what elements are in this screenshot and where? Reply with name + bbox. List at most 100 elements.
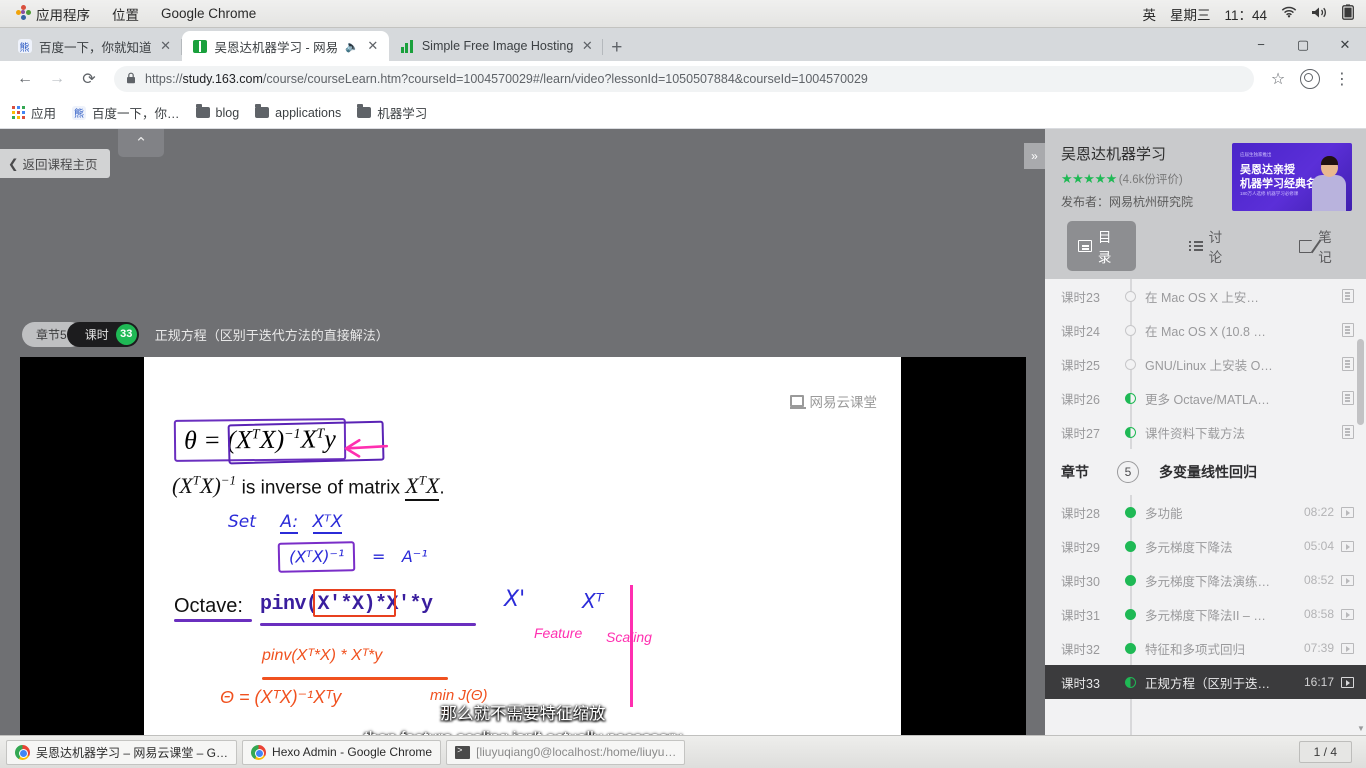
video-player[interactable]: 网易云课堂 θ = (XTX)−1XTy (XTX)−1 is inverse …: [20, 357, 1026, 735]
gnome-menu-applications[interactable]: 应用程序: [6, 1, 100, 27]
lesson-title: 在 Mac OS X 上安…: [1145, 290, 1259, 305]
new-tab-button[interactable]: +: [611, 38, 622, 57]
close-icon[interactable]: ✕: [159, 38, 173, 54]
tab-label: 目录: [1097, 230, 1112, 265]
star-rating-icon: ★★★★★: [1061, 171, 1117, 186]
lesson-duration: 08:52: [1303, 573, 1334, 587]
tab-discussion[interactable]: 讨论: [1178, 221, 1247, 271]
lesson-list[interactable]: 课时23 在 Mac OS X 上安… 课时24 在 Mac OS X (10.8 ……: [1045, 279, 1366, 735]
lesson-status-indicator: [1115, 608, 1145, 620]
back-to-course-home-button[interactable]: ❮ 返回课程主页: [0, 149, 110, 178]
maximize-button[interactable]: ▢: [1282, 28, 1324, 61]
bookmark-apps[interactable]: 应用: [12, 103, 56, 122]
play-icon[interactable]: [1341, 506, 1354, 518]
bookmark-folder-ml[interactable]: 机器学习: [357, 103, 427, 122]
taskbar-item-course[interactable]: 吴恩达机器学习 – 网易云课堂 – G…: [6, 739, 238, 765]
bars-icon: [400, 39, 415, 54]
input-method-indicator[interactable]: 英: [1142, 4, 1156, 24]
subtitle-english: then feature scaling isn't actually nece…: [20, 727, 1026, 735]
back-button[interactable]: ←: [10, 64, 40, 94]
lesson-number-label: 课时31: [1061, 608, 1100, 623]
lesson-row[interactable]: 课时28 多功能 08:22: [1045, 495, 1366, 529]
lesson-title: 课件资料下载方法: [1145, 426, 1246, 441]
play-icon[interactable]: [1341, 574, 1354, 586]
play-icon[interactable]: [1341, 642, 1354, 654]
lesson-title: 更多 Octave/MATLA…: [1145, 392, 1270, 407]
minimize-button[interactable]: −: [1240, 28, 1282, 61]
clock-day[interactable]: 星期三: [1170, 4, 1211, 24]
clock-time[interactable]: 11：44: [1224, 4, 1267, 24]
bookmark-star-icon[interactable]: ☆: [1264, 65, 1292, 93]
tab-catalog[interactable]: 目录: [1067, 221, 1136, 271]
taskbar-item-terminal[interactable]: [liuyuqiang0@localhost:/home/liuyu…: [446, 739, 686, 765]
lesson-number-label: 课时24: [1061, 324, 1100, 339]
lesson-row[interactable]: 课时25 GNU/Linux 上安装 O…: [1045, 347, 1366, 381]
tab-label: 笔记: [1318, 230, 1332, 265]
lesson-row[interactable]: 课时29 多元梯度下降法 05:04: [1045, 529, 1366, 563]
close-icon[interactable]: ✕: [580, 38, 594, 54]
bookmark-folder-applications[interactable]: applications: [255, 104, 342, 120]
lesson-row[interactable]: 课时31 多元梯度下降法II – … 08:58: [1045, 597, 1366, 631]
octave-label: Octave:: [174, 595, 243, 617]
lesson-row[interactable]: 课时23 在 Mac OS X 上安…: [1045, 279, 1366, 313]
audio-playing-icon[interactable]: 🔈: [345, 40, 359, 53]
browser-tab-baidu[interactable]: 熊 百度一下，你就知道 ✕: [6, 31, 182, 61]
bookmark-baidu[interactable]: 熊 百度一下，你…: [72, 103, 180, 122]
lesson-row[interactable]: 课时30 多元梯度下降法演练… 08:52: [1045, 563, 1366, 597]
sidebar-scrollbar[interactable]: ▼: [1357, 279, 1365, 735]
tab-notes[interactable]: 笔记: [1288, 221, 1356, 271]
workspace-indicator[interactable]: 1 / 4: [1298, 741, 1352, 763]
play-icon[interactable]: [1341, 608, 1354, 620]
scrollbar-thumb[interactable]: [1357, 339, 1364, 425]
play-icon[interactable]: [1341, 676, 1354, 688]
lesson-title: GNU/Linux 上安装 O…: [1145, 358, 1273, 373]
wifi-icon[interactable]: [1281, 6, 1297, 22]
doc-icon[interactable]: [1342, 425, 1354, 439]
matrix-expression: XTX: [405, 473, 440, 502]
book-icon: [193, 39, 208, 54]
volume-icon[interactable]: [1311, 6, 1328, 22]
close-window-button[interactable]: ✕: [1324, 28, 1366, 61]
gnome-menu-chrome[interactable]: Google Chrome: [151, 3, 266, 24]
lesson-duration: 16:17: [1303, 675, 1334, 689]
hand-set-label: Set: [228, 512, 256, 532]
lesson-status-indicator: [1115, 426, 1145, 438]
gnome-menu-places[interactable]: 位置: [102, 1, 149, 27]
scroll-down-arrow-icon[interactable]: ▼: [1357, 724, 1365, 733]
lesson-row[interactable]: 课时24 在 Mac OS X (10.8 …: [1045, 313, 1366, 347]
doc-icon[interactable]: [1342, 357, 1354, 371]
course-thumbnail[interactable]: 应届生独家推出 吴恩达亲授 机器学习经典名课 180万人选修 机器学习必修课: [1232, 143, 1352, 211]
doc-icon[interactable]: [1342, 391, 1354, 405]
lesson-row[interactable]: 课时32 特征和多项式回归 07:39: [1045, 631, 1366, 665]
address-bar[interactable]: https://study.163.com/course/courseLearn…: [114, 66, 1254, 92]
chapter-title-label: 多变量线性回归: [1159, 464, 1257, 480]
profile-avatar[interactable]: [1296, 65, 1324, 93]
battery-icon[interactable]: [1342, 4, 1354, 23]
lesson-number: 33: [115, 323, 137, 345]
bookmark-folder-blog[interactable]: blog: [195, 104, 239, 120]
sidebar-toggle-button[interactable]: »: [1024, 143, 1045, 169]
lesson-title: 多功能: [1145, 506, 1183, 521]
reload-button[interactable]: ⟳: [74, 64, 104, 94]
browser-tab-163course[interactable]: 吴恩达机器学习 - 网易 🔈 ✕: [181, 31, 389, 61]
close-icon[interactable]: ✕: [366, 38, 380, 54]
doc-icon[interactable]: [1342, 289, 1354, 303]
lesson-row[interactable]: 课时27 课件资料下载方法: [1045, 415, 1366, 449]
collapse-header-button[interactable]: ⌃: [118, 129, 164, 157]
forward-button[interactable]: →: [42, 64, 72, 94]
browser-tab-imagehosting[interactable]: Simple Free Image Hosting ✕: [388, 31, 604, 61]
apps-grid-icon: [12, 106, 25, 119]
doc-icon[interactable]: [1342, 323, 1354, 337]
back-home-label: 返回课程主页: [22, 158, 98, 172]
lesson-status-indicator: [1115, 642, 1145, 654]
window-controls: − ▢ ✕: [1240, 28, 1366, 61]
lesson-row[interactable]: 课时26 更多 Octave/MATLA…: [1045, 381, 1366, 415]
play-icon[interactable]: [1341, 540, 1354, 552]
lesson-row[interactable]: 课时33 正规方程（区别于迭… 16:17: [1045, 665, 1366, 699]
pink-arrow-annotation: [344, 438, 389, 458]
bookmark-label: applications: [275, 105, 342, 120]
taskbar-item-hexo[interactable]: Hexo Admin - Google Chrome: [242, 739, 442, 765]
lesson-title: 特征和多项式回归: [1145, 642, 1246, 657]
bookmark-label: 百度一下，你…: [92, 107, 180, 121]
chrome-menu-icon[interactable]: ⋮: [1328, 65, 1356, 93]
